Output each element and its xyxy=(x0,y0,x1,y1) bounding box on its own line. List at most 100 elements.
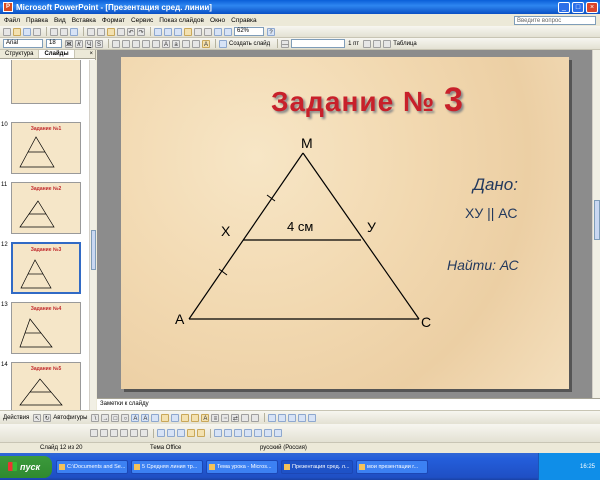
line-icon[interactable]: \ xyxy=(91,413,100,422)
show-formatting-icon[interactable] xyxy=(204,27,212,36)
menu-window[interactable]: Окно xyxy=(210,17,225,24)
thumbnail-row[interactable] xyxy=(0,60,89,110)
rectangle-icon[interactable]: □ xyxy=(111,413,120,422)
thumbnail-row[interactable]: 12 Задание №3 xyxy=(0,240,89,300)
slide-thumbnail[interactable]: Задание №2 xyxy=(11,182,81,234)
menu-edit[interactable]: Правка xyxy=(26,17,48,24)
underline-icon[interactable]: Ч xyxy=(85,39,93,48)
minimize-button[interactable]: _ xyxy=(558,1,570,13)
line-color-icon[interactable] xyxy=(363,39,372,48)
3d-style-icon[interactable] xyxy=(251,413,260,422)
maximize-button[interactable]: □ xyxy=(572,1,584,13)
split-icon[interactable] xyxy=(234,429,242,437)
permission-icon[interactable] xyxy=(33,27,41,36)
taskbar-item[interactable]: C:\Documents and Se... xyxy=(56,459,128,474)
border-color-icon[interactable] xyxy=(244,429,252,437)
paste-icon[interactable] xyxy=(107,27,115,36)
chart-icon[interactable] xyxy=(154,27,162,36)
taskbar-item-active[interactable]: Презентация сред. л... xyxy=(281,459,353,474)
taskbar-item[interactable]: мои презентации г... xyxy=(356,459,428,474)
tab-slides[interactable]: Слайды xyxy=(39,50,75,58)
zoom-icon[interactable] xyxy=(197,429,205,437)
indent-icon[interactable] xyxy=(182,39,190,48)
tables-borders-icon[interactable] xyxy=(174,27,182,36)
font-color-icon[interactable]: A xyxy=(201,413,210,422)
fill-color-icon[interactable] xyxy=(373,39,382,48)
slide-thumbnail[interactable]: Задание №1 xyxy=(11,122,81,174)
slideshow-icon[interactable] xyxy=(308,413,317,422)
decrease-font-icon[interactable]: a xyxy=(172,39,180,48)
layout-icon[interactable] xyxy=(288,413,297,422)
table-fill-icon[interactable] xyxy=(254,429,262,437)
slide-thumbnail-selected[interactable]: Задание №3 xyxy=(11,242,81,294)
spelling-icon[interactable] xyxy=(70,27,78,36)
oval-icon[interactable]: ○ xyxy=(121,413,130,422)
flip-icon[interactable] xyxy=(167,429,175,437)
scroll-thumb[interactable] xyxy=(91,230,96,270)
table-menu-button[interactable]: Таблица xyxy=(393,41,417,47)
color-scheme-icon[interactable] xyxy=(298,413,307,422)
line-width-select[interactable] xyxy=(291,39,346,48)
start-button[interactable]: пуск xyxy=(0,455,52,478)
arrow-style-icon[interactable]: ⇄ xyxy=(231,413,240,422)
rotate-icon[interactable]: ↻ xyxy=(43,413,52,422)
notes-pane[interactable]: Заметки к слайду xyxy=(97,398,600,410)
table-icon[interactable] xyxy=(164,27,172,36)
hyperlink-icon[interactable] xyxy=(184,27,192,36)
distribute-rows-icon[interactable] xyxy=(274,429,282,437)
bring-forward-icon[interactable] xyxy=(90,429,98,437)
save-icon[interactable] xyxy=(23,27,31,36)
picture-icon[interactable] xyxy=(171,413,180,422)
transition-icon[interactable] xyxy=(278,413,287,422)
italic-icon[interactable]: К xyxy=(75,39,83,48)
slide-thumbnail[interactable]: Задание №5 xyxy=(11,362,81,410)
animation-icon[interactable] xyxy=(268,413,277,422)
font-size-select[interactable]: 18 xyxy=(46,39,62,48)
line-style-icon[interactable]: ≡ xyxy=(211,413,220,422)
line-color-icon[interactable] xyxy=(191,413,200,422)
triangle-figure[interactable] xyxy=(121,57,569,389)
align-left-icon[interactable] xyxy=(112,39,120,48)
menu-help[interactable]: Справка xyxy=(231,17,257,24)
arrow-icon[interactable]: → xyxy=(101,413,110,422)
line-style-icon[interactable]: — xyxy=(281,39,290,48)
snap-icon[interactable] xyxy=(187,429,195,437)
close-button[interactable]: × xyxy=(586,1,598,13)
taskbar-item[interactable]: Тема урока - Micros... xyxy=(206,459,278,474)
select-arrow-icon[interactable]: ↖ xyxy=(33,413,42,422)
new-icon[interactable] xyxy=(3,27,11,36)
font-name-select[interactable]: Arial xyxy=(3,39,43,48)
textbox-icon[interactable]: A xyxy=(131,413,140,422)
taskbar-item[interactable]: 5 Средняя линия тр... xyxy=(131,459,203,474)
menu-slideshow[interactable]: Показ слайдов xyxy=(159,17,204,24)
zoom-select[interactable]: 62% xyxy=(234,27,264,36)
nudge-icon[interactable] xyxy=(177,429,185,437)
shadow-icon[interactable]: S xyxy=(95,39,103,48)
autoshapes-menu-button[interactable]: Автофигуры xyxy=(53,415,87,421)
dash-style-icon[interactable]: ┄ xyxy=(221,413,230,422)
fill-color-icon[interactable] xyxy=(181,413,190,422)
ungroup-icon[interactable] xyxy=(120,429,128,437)
edit-points-icon[interactable] xyxy=(157,429,165,437)
merge-icon[interactable] xyxy=(224,429,232,437)
format-painter-icon[interactable] xyxy=(117,27,125,36)
scroll-thumb[interactable] xyxy=(594,200,600,240)
help-icon[interactable]: ? xyxy=(267,27,275,36)
group-icon[interactable] xyxy=(110,429,118,437)
borders-icon[interactable] xyxy=(383,39,392,48)
outdent-icon[interactable] xyxy=(192,39,200,48)
preview-icon[interactable] xyxy=(60,27,68,36)
redo-icon[interactable]: ↷ xyxy=(137,27,145,36)
font-color-icon[interactable]: A xyxy=(202,39,210,48)
slide-thumbnail[interactable] xyxy=(11,60,81,104)
powerpoint-icon[interactable]: P xyxy=(3,2,13,12)
thumbnail-row[interactable]: 14 Задание №5 xyxy=(0,360,89,410)
clipart-icon[interactable] xyxy=(161,413,170,422)
slide-scrollbar[interactable] xyxy=(592,50,600,398)
current-slide[interactable]: Задание № 3 М А С Х У 4 см Дано: ХУ || А… xyxy=(121,57,569,389)
color-grayscale-icon[interactable] xyxy=(224,27,232,36)
bullets-icon[interactable] xyxy=(152,39,160,48)
grid-icon[interactable] xyxy=(214,27,222,36)
shadow-style-icon[interactable] xyxy=(241,413,250,422)
thumbnails-scrollbar[interactable] xyxy=(89,60,96,410)
